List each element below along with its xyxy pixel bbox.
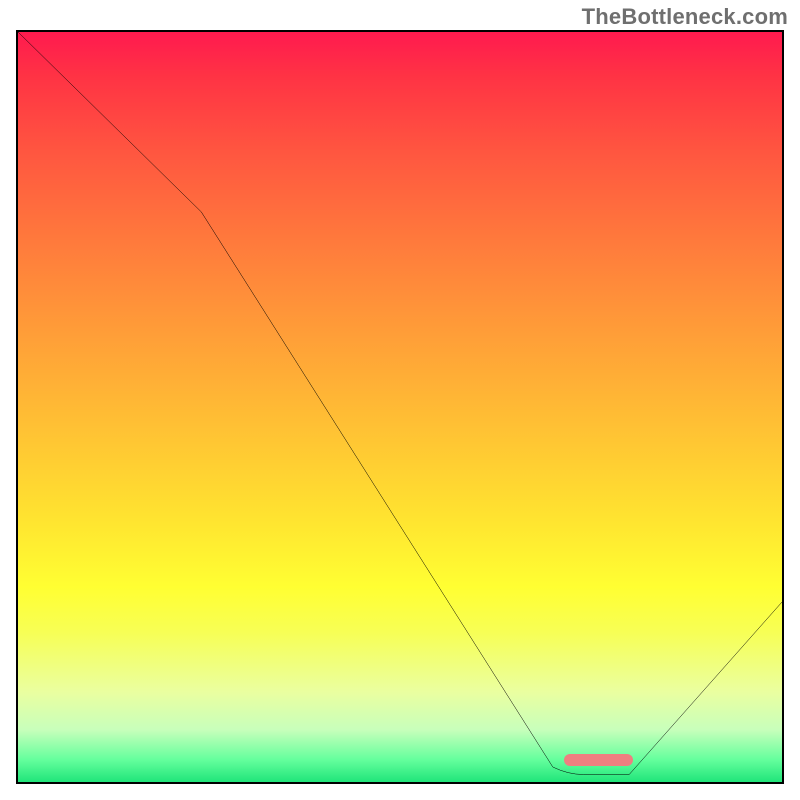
chart-container: TheBottleneck.com xyxy=(0,0,800,800)
plot-area xyxy=(16,30,784,784)
curve-svg xyxy=(18,32,782,782)
watermark-text: TheBottleneck.com xyxy=(582,4,788,30)
bottleneck-curve-path xyxy=(18,32,782,775)
optimal-range-marker xyxy=(564,754,633,766)
